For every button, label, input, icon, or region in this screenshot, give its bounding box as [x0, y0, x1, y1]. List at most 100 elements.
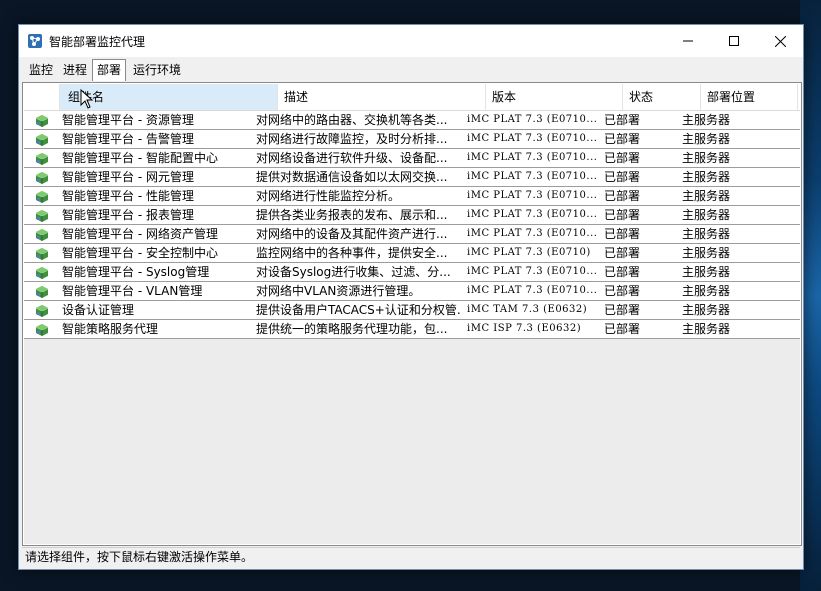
- location-cell: 主服务器: [682, 151, 731, 165]
- tab-process[interactable]: 进程: [59, 61, 92, 80]
- location-cell: 主服务器: [682, 132, 731, 146]
- status-cell: 已部署: [604, 284, 641, 298]
- minimize-icon: [683, 40, 693, 42]
- location-cell: 主服务器: [682, 113, 731, 127]
- tab-bar: 监控 进程 部署 运行环境: [21, 59, 801, 81]
- version-cell: iMC PLAT 7.3 (E0710...: [467, 152, 598, 163]
- main-window: 智能部署监控代理 监控 进程 部署 运行环境 组件名 描述 版本 状态 部署位置…: [18, 24, 804, 570]
- description-cell: 对网络中的设备及其配件资产进行...: [256, 227, 448, 241]
- maximize-icon: [729, 36, 739, 46]
- status-cell: 已部署: [604, 208, 641, 222]
- location-cell: 主服务器: [682, 284, 731, 298]
- version-cell: iMC ISP 7.3 (E0632): [467, 323, 582, 334]
- deployed-component-icon: [35, 324, 49, 336]
- description-cell: 对网络设备进行软件升级、设备配...: [256, 151, 448, 165]
- status-cell: 已部署: [604, 246, 641, 260]
- table-row[interactable]: 智能管理平台 - 安全控制中心 监控网络中的各种事件，提供安全... iMC PLA…: [24, 244, 800, 263]
- description-cell: 对网络进行故障监控，及时分析排...: [256, 132, 448, 146]
- mouse-cursor-icon: [80, 89, 94, 109]
- deployed-component-icon: [35, 267, 49, 279]
- description-cell: 对网络中的路由器、交换机等各类...: [256, 113, 448, 127]
- description-cell: 提供对数据通信设备如以太网交换...: [256, 170, 448, 184]
- deployed-component-icon: [35, 115, 49, 127]
- version-cell: iMC PLAT 7.3 (E0710...: [467, 228, 598, 239]
- tab-monitor[interactable]: 监控: [25, 61, 58, 80]
- table-row[interactable]: 智能管理平台 - 资源管理 对网络中的路由器、交换机等各类... iMC PLAT …: [24, 111, 800, 130]
- component-name-cell: 智能管理平台 - Syslog管理: [62, 265, 210, 279]
- tab-runtime-env[interactable]: 运行环境: [129, 61, 186, 80]
- minimize-button[interactable]: [665, 25, 711, 57]
- component-name-cell: 智能管理平台 - 网络资产管理: [62, 227, 218, 241]
- close-button[interactable]: [757, 25, 803, 57]
- title-bar[interactable]: 智能部署监控代理: [19, 25, 803, 57]
- deployed-component-icon: [35, 305, 49, 317]
- status-cell: 已部署: [604, 132, 641, 146]
- version-cell: iMC PLAT 7.3 (E0710...: [467, 209, 598, 220]
- location-cell: 主服务器: [682, 189, 731, 203]
- status-cell: 已部署: [604, 151, 641, 165]
- description-cell: 提供设备用户TACACS+认证和分权管...: [256, 303, 461, 317]
- table-row[interactable]: 设备认证管理 提供设备用户TACACS+认证和分权管... iMC TAM 7.3 …: [24, 301, 800, 320]
- window-title: 智能部署监控代理: [49, 35, 146, 49]
- tab-content: 组件名 描述 版本 状态 部署位置 智能管理平台 - 资源管理 对网络中的路由器、…: [22, 82, 802, 546]
- version-cell: iMC PLAT 7.3 (E0710...: [467, 133, 598, 144]
- component-name-cell: 智能策略服务代理: [62, 322, 159, 336]
- deployed-component-icon: [35, 229, 49, 241]
- component-name-cell: 智能管理平台 - 报表管理: [62, 208, 194, 222]
- description-cell: 提供各类业务报表的发布、展示和...: [256, 208, 448, 222]
- component-name-cell: 智能管理平台 - 网元管理: [62, 170, 194, 184]
- location-cell: 主服务器: [682, 227, 731, 241]
- location-cell: 主服务器: [682, 265, 731, 279]
- deployed-component-icon: [35, 153, 49, 165]
- location-cell: 主服务器: [682, 246, 731, 260]
- description-cell: 监控网络中的各种事件，提供安全...: [256, 246, 448, 260]
- column-header-status[interactable]: 状态: [623, 84, 701, 110]
- table-row[interactable]: 智能管理平台 - 网元管理 提供对数据通信设备如以太网交换... iMC PLAT …: [24, 168, 800, 187]
- component-table: 组件名 描述 版本 状态 部署位置 智能管理平台 - 资源管理 对网络中的路由器、…: [24, 84, 800, 544]
- component-name-cell: 智能管理平台 - 安全控制中心: [62, 246, 218, 260]
- status-cell: 已部署: [604, 113, 641, 127]
- column-header-version[interactable]: 版本: [486, 84, 623, 110]
- table-row[interactable]: 智能管理平台 - 网络资产管理 对网络中的设备及其配件资产进行... iMC PLA…: [24, 225, 800, 244]
- deployed-component-icon: [35, 172, 49, 184]
- version-cell: iMC PLAT 7.3 (E0710...: [467, 171, 598, 182]
- status-cell: 已部署: [604, 189, 641, 203]
- status-cell: 已部署: [604, 227, 641, 241]
- location-cell: 主服务器: [682, 303, 731, 317]
- status-cell: 已部署: [604, 265, 641, 279]
- table-row[interactable]: 智能管理平台 - VLAN管理 对网络中VLAN资源进行管理。 iMC PLAT 7…: [24, 282, 800, 301]
- version-cell: iMC TAM 7.3 (E0632): [467, 304, 588, 315]
- close-icon: [774, 35, 786, 47]
- table-row[interactable]: 智能管理平台 - 报表管理 提供各类业务报表的发布、展示和... iMC PLAT …: [24, 206, 800, 225]
- component-name-cell: 智能管理平台 - VLAN管理: [62, 284, 203, 298]
- location-cell: 主服务器: [682, 322, 731, 336]
- version-cell: iMC PLAT 7.3 (E0710...: [467, 266, 598, 277]
- table-row[interactable]: 智能管理平台 - 智能配置中心 对网络设备进行软件升级、设备配... iMC PLA…: [24, 149, 800, 168]
- version-cell: iMC PLAT 7.3 (E0710...: [467, 114, 598, 125]
- component-name-cell: 设备认证管理: [62, 303, 135, 317]
- deployed-component-icon: [35, 210, 49, 222]
- column-header-description[interactable]: 描述: [278, 84, 486, 110]
- location-cell: 主服务器: [682, 170, 731, 184]
- location-cell: 主服务器: [682, 208, 731, 222]
- table-row[interactable]: 智能管理平台 - 告警管理 对网络进行故障监控，及时分析排... iMC PLAT …: [24, 130, 800, 149]
- deployed-component-icon: [35, 191, 49, 203]
- column-header-deploy-location[interactable]: 部署位置: [701, 84, 798, 110]
- table-row[interactable]: 智能管理平台 - 性能管理 对网络进行性能监控分析。 iMC PLAT 7.3 (E…: [24, 187, 800, 206]
- status-cell: 已部署: [604, 170, 641, 184]
- table-row[interactable]: 智能策略服务代理 提供统一的策略服务代理功能，包... iMC ISP 7.3 (E…: [24, 320, 800, 339]
- maximize-button[interactable]: [711, 25, 757, 57]
- table-row[interactable]: 智能管理平台 - Syslog管理 对设备Syslog进行收集、过滤、分... iM…: [24, 263, 800, 282]
- app-icon: [28, 34, 42, 48]
- tab-deploy[interactable]: 部署: [92, 59, 127, 81]
- component-name-cell: 智能管理平台 - 性能管理: [62, 189, 194, 203]
- status-bar: 请选择组件，按下鼠标右键激活操作菜单。: [22, 547, 800, 565]
- description-cell: 对设备Syslog进行收集、过滤、分...: [256, 265, 451, 279]
- status-cell: 已部署: [604, 322, 641, 336]
- deployed-component-icon: [35, 286, 49, 298]
- component-name-cell: 智能管理平台 - 智能配置中心: [62, 151, 218, 165]
- icon-column-header: [24, 84, 60, 110]
- component-name-cell: 智能管理平台 - 资源管理: [62, 113, 194, 127]
- deployed-component-icon: [35, 248, 49, 260]
- status-cell: 已部署: [604, 303, 641, 317]
